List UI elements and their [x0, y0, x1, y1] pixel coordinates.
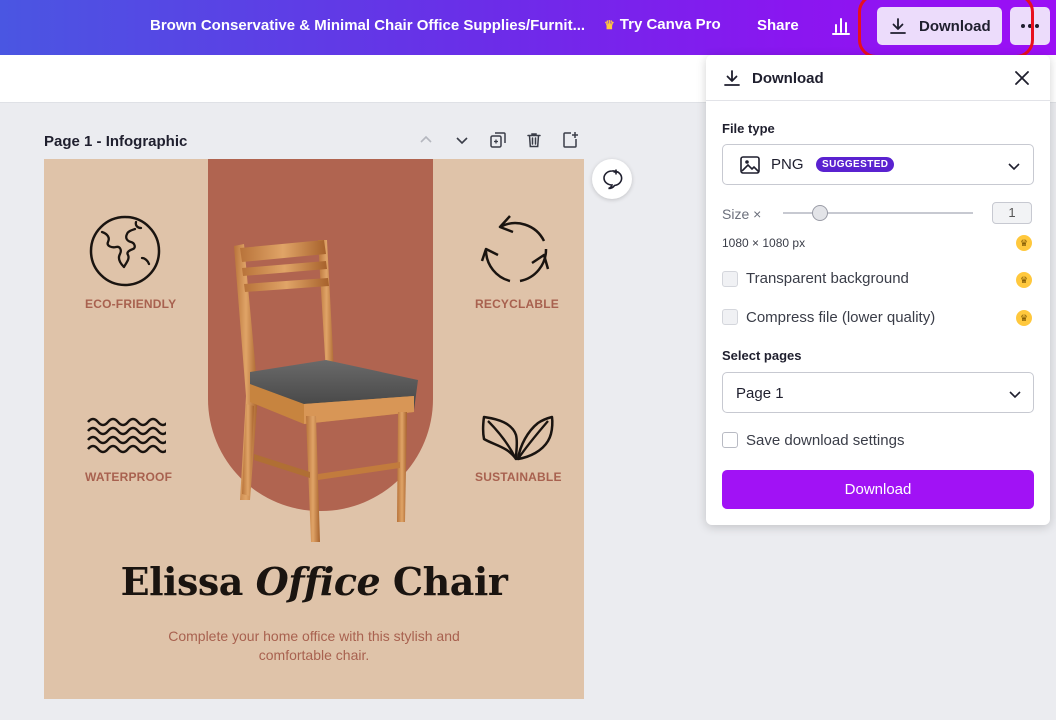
add-page-icon[interactable] [561, 131, 579, 149]
globe-icon [89, 215, 161, 287]
more-dot-icon [1028, 24, 1032, 28]
download-panel-header: Download [706, 55, 1050, 101]
design-headline: Elissa Office Chair [44, 559, 584, 604]
pro-crown-icon: ♛ [1016, 272, 1032, 288]
insights-chart-icon[interactable] [831, 16, 851, 36]
download-panel-title: Download [752, 70, 824, 87]
feature-label-recyclable: RECYCLABLE [475, 297, 560, 311]
comment-add-icon [603, 169, 623, 190]
download-icon [724, 70, 740, 86]
size-input[interactable]: 1 [992, 202, 1032, 224]
chevron-down-icon [1008, 163, 1020, 171]
recycle-icon [480, 215, 550, 283]
selected-pages-value: Page 1 [736, 385, 784, 402]
try-canva-pro-label: Try Canva Pro [619, 16, 721, 33]
more-dot-icon [1021, 24, 1025, 28]
download-top-label: Download [919, 17, 991, 35]
try-canva-pro-button[interactable]: ♛ Try Canva Pro [604, 16, 721, 33]
crown-icon: ♛ [604, 17, 615, 32]
more-dot-icon [1035, 24, 1039, 28]
document-title[interactable]: Brown Conservative & Minimal Chair Offic… [150, 17, 585, 34]
pro-crown-icon: ♛ [1016, 235, 1032, 251]
page-title[interactable]: Page 1 - Infographic [44, 133, 187, 150]
select-pages-label: Select pages [722, 348, 802, 363]
transparent-background-label: Transparent background [746, 270, 909, 287]
design-canvas[interactable]: ECO-FRIENDLY RECYCLABLE WATERPROOF SUSTA… [44, 159, 584, 699]
move-page-down-icon[interactable] [453, 131, 471, 149]
waves-icon [87, 417, 166, 454]
select-pages-dropdown[interactable]: Page 1 [722, 372, 1034, 413]
share-button[interactable]: Share [757, 17, 799, 34]
size-label: Size × [722, 206, 762, 222]
image-file-icon [740, 156, 760, 174]
download-top-button[interactable]: Download [877, 7, 1002, 45]
compress-file-checkbox[interactable] [722, 309, 738, 325]
save-download-settings-checkbox[interactable] [722, 432, 738, 448]
file-type-value: PNG [771, 156, 804, 173]
chevron-down-icon [1009, 391, 1021, 399]
save-download-settings-label: Save download settings [746, 432, 905, 449]
delete-page-icon[interactable] [525, 131, 543, 149]
move-page-up-icon[interactable] [417, 131, 435, 149]
leaves-icon [481, 415, 554, 461]
top-bar: Brown Conservative & Minimal Chair Offic… [0, 0, 1056, 55]
file-type-label: File type [722, 121, 775, 136]
dimensions-text: 1080 × 1080 px [722, 236, 806, 250]
suggested-badge: SUGGESTED [816, 157, 895, 172]
feature-label-eco: ECO-FRIENDLY [85, 297, 177, 311]
design-subcopy: Complete your home office with this styl… [168, 628, 460, 663]
add-comment-button[interactable] [592, 159, 632, 199]
more-options-button[interactable] [1010, 7, 1050, 45]
pro-crown-icon: ♛ [1016, 310, 1032, 326]
headline-part1: Elissa [120, 559, 256, 604]
feature-label-sustainable: SUSTAINABLE [475, 470, 562, 484]
size-slider-thumb[interactable] [812, 205, 828, 221]
office-chair-image [234, 240, 418, 542]
download-panel: Download File type PNG SUGGESTED Size × … [706, 55, 1050, 525]
compress-file-label: Compress file (lower quality) [746, 309, 936, 326]
headline-part2: Chair [380, 559, 508, 604]
transparent-background-checkbox[interactable] [722, 271, 738, 287]
feature-label-waterproof: WATERPROOF [85, 470, 173, 484]
download-icon [890, 18, 906, 34]
headline-italic: Office [255, 559, 381, 604]
download-button[interactable]: Download [722, 470, 1034, 509]
duplicate-page-icon[interactable] [489, 131, 507, 149]
close-icon[interactable] [1013, 69, 1031, 87]
file-type-select[interactable]: PNG SUGGESTED [722, 144, 1034, 185]
